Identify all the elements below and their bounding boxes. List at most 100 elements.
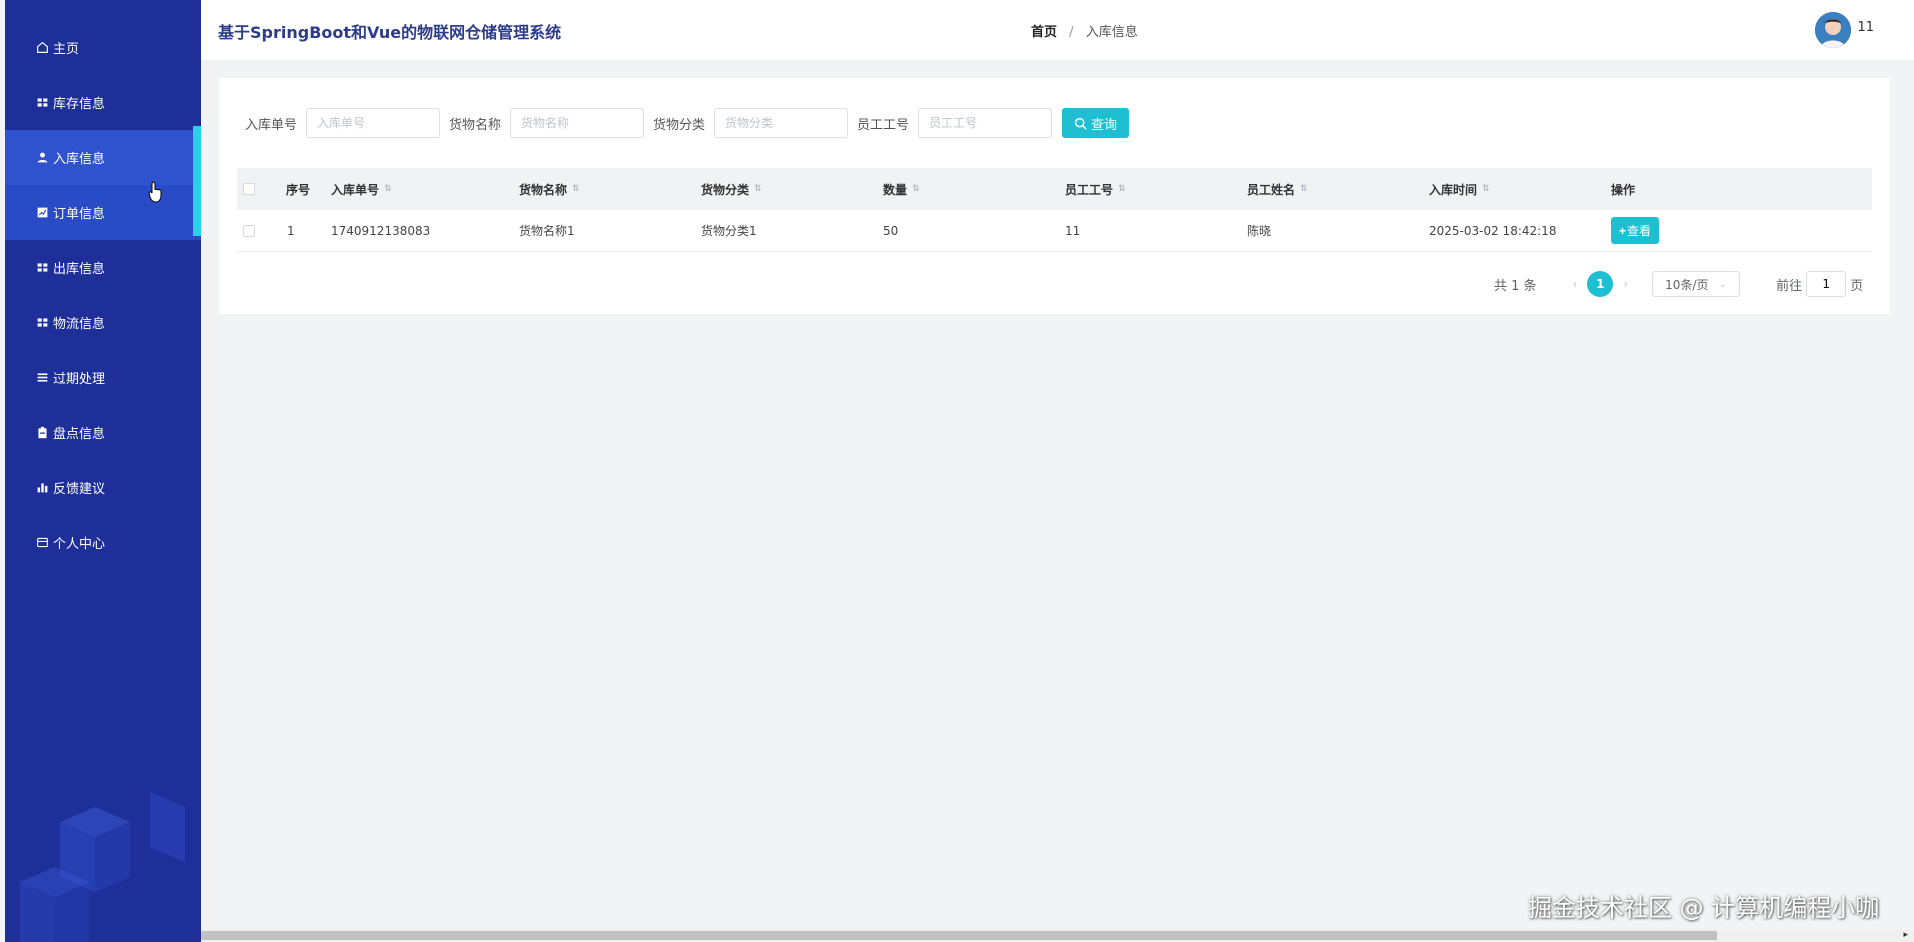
- view-button[interactable]: + 查看: [1611, 217, 1659, 244]
- cell-employee-name: 陈晓: [1247, 224, 1272, 238]
- grid-icon: [35, 261, 49, 275]
- sidebar-item-label: 入库信息: [53, 152, 106, 167]
- cell-employee-no: 11: [1065, 223, 1081, 238]
- inbound-table: 序号 入库单号 ⇅ 货物名称 ⇅ 货物分类 ⇅ 数量 ⇅ 员工工号 ⇅ 员工姓名 ⇅ 入库时…: [237, 168, 1872, 252]
- breadcrumb: 首页 / 入库信息: [1031, 21, 1138, 40]
- grid-icon: [35, 96, 49, 110]
- clipboard-icon: [35, 426, 49, 440]
- sidebar-item-label: 过期处理: [53, 372, 106, 387]
- row-checkbox[interactable]: [243, 224, 255, 237]
- table-row: 1 1740912138083 货物名称1 货物分类1 50 11 陈晓 202…: [237, 210, 1872, 252]
- cell-action: + 查看: [1611, 217, 1659, 244]
- header-employee-name[interactable]: 员工姓名 ⇅: [1247, 181, 1308, 198]
- sidebar-item-expired[interactable]: 过期处理: [5, 350, 201, 405]
- cell-time: 2025-03-02 18:42:18: [1429, 223, 1557, 238]
- user-icon: [35, 151, 49, 165]
- employee-no-input[interactable]: [918, 108, 1053, 138]
- header-time[interactable]: 入库时间 ⇅: [1429, 181, 1490, 198]
- sort-icon[interactable]: ⇅: [384, 184, 392, 194]
- sidebar-item-home[interactable]: 主页: [5, 20, 201, 75]
- select-all-checkbox[interactable]: [243, 183, 255, 195]
- sidebar-item-logistics[interactable]: 物流信息: [5, 295, 201, 350]
- breadcrumb-home[interactable]: 首页: [1031, 25, 1057, 40]
- sidebar-item-profile[interactable]: 个人中心: [5, 515, 201, 570]
- hand-cursor-icon: [148, 181, 162, 203]
- horizontal-scrollbar[interactable]: ▸: [201, 929, 1914, 942]
- scroll-right-icon[interactable]: ▸: [1903, 930, 1908, 940]
- goto-page-input[interactable]: [1806, 271, 1847, 297]
- header-order-no[interactable]: 入库单号 ⇅: [331, 181, 392, 198]
- pagination-total: 共 1 条: [1494, 278, 1537, 294]
- sidebar-item-label: 库存信息: [53, 97, 106, 112]
- search-label-order-no: 入库单号: [245, 117, 298, 133]
- watermark: 掘金技术社区 @ 计算机编程小咖: [1528, 894, 1880, 922]
- cell-index: 1: [287, 223, 295, 238]
- top-header: 基于SpringBoot和Vue的物联网仓储管理系统 首页 / 入库信息 11: [201, 0, 1914, 60]
- sort-icon[interactable]: ⇅: [1482, 184, 1490, 194]
- page-number-current[interactable]: 1: [1587, 271, 1614, 297]
- header-goods-name[interactable]: 货物名称 ⇅: [519, 181, 580, 198]
- sidebar-menu: 主页 库存信息 入库信息 订单信息 出库信息 物流信息 过期处理 盘点信息 反馈…: [5, 20, 201, 570]
- avatar-image: [1815, 12, 1851, 48]
- order-no-input[interactable]: [306, 108, 441, 138]
- page-size-value: 10条/页: [1665, 277, 1709, 292]
- scrollbar-thumb[interactable]: [201, 931, 1717, 940]
- sort-icon[interactable]: ⇅: [1300, 184, 1308, 194]
- sidebar-item-label: 主页: [53, 42, 80, 57]
- sort-icon[interactable]: ⇅: [1118, 184, 1126, 194]
- sidebar-item-feedback[interactable]: 反馈建议: [5, 460, 201, 515]
- sidebar-item-outbound[interactable]: 出库信息: [5, 240, 201, 295]
- sidebar-item-label: 个人中心: [53, 537, 106, 552]
- header-action: 操作: [1611, 182, 1636, 197]
- sidebar-item-inbound[interactable]: 入库信息: [5, 130, 201, 185]
- search-label-goods-name: 货物名称: [449, 117, 502, 133]
- goods-name-input[interactable]: [510, 108, 645, 138]
- cell-order-no: 1740912138083: [331, 223, 431, 238]
- page-size-select[interactable]: 10条/页 ⌄: [1652, 271, 1741, 297]
- sidebar-item-label: 物流信息: [53, 317, 106, 332]
- grid-icon: [35, 316, 49, 330]
- sidebar-item-stocktake[interactable]: 盘点信息: [5, 405, 201, 460]
- list-icon: [35, 371, 49, 385]
- cell-goods-category: 货物分类1: [701, 224, 757, 238]
- search-label-goods-category: 货物分类: [653, 117, 706, 133]
- sidebar-item-label: 出库信息: [53, 262, 106, 277]
- prev-page-icon[interactable]: ‹: [1573, 277, 1578, 291]
- user-name[interactable]: 11: [1857, 20, 1874, 35]
- view-button-label: 查看: [1627, 224, 1652, 238]
- search-bar: 入库单号 货物名称 货物分类 员工工号 查询: [245, 108, 1130, 138]
- chart-icon: [35, 206, 49, 220]
- decorative-cubes: [20, 792, 185, 942]
- plus-icon: +: [1618, 223, 1626, 238]
- sort-icon[interactable]: ⇅: [912, 184, 920, 194]
- sidebar-item-label: 订单信息: [53, 207, 106, 222]
- search-icon: [1074, 117, 1087, 130]
- goto-label: 前往: [1776, 278, 1803, 294]
- cell-quantity: 50: [883, 223, 899, 238]
- card-icon: [35, 536, 49, 550]
- pagination: 共 1 条 ‹ 1 › 10条/页 ⌄ 前往 页: [1494, 271, 1863, 297]
- goods-category-input[interactable]: [714, 108, 849, 138]
- header-quantity[interactable]: 数量 ⇅: [883, 181, 920, 198]
- active-menu-indicator: [193, 126, 201, 236]
- breadcrumb-separator: /: [1069, 25, 1074, 40]
- next-page-icon[interactable]: ›: [1623, 277, 1628, 291]
- page-unit-label: 页: [1850, 278, 1864, 294]
- app-title: 基于SpringBoot和Vue的物联网仓储管理系统: [218, 23, 562, 42]
- search-label-employee-no: 员工工号: [857, 117, 910, 133]
- sidebar-item-label: 反馈建议: [53, 482, 106, 497]
- chevron-down-icon: ⌄: [1718, 278, 1728, 290]
- header-index: 序号: [286, 182, 311, 197]
- sidebar-item-label: 盘点信息: [53, 427, 106, 442]
- main-panel: 入库单号 货物名称 货物分类 员工工号 查询 序号 入库单号⇅ 货物名称⇅ 货物…: [219, 78, 1890, 314]
- sort-icon[interactable]: ⇅: [572, 184, 580, 194]
- header-employee-no[interactable]: 员工工号 ⇅: [1065, 181, 1126, 198]
- sort-icon[interactable]: ⇅: [754, 184, 762, 194]
- sidebar-item-inventory[interactable]: 库存信息: [5, 75, 201, 130]
- sidebar-item-orders[interactable]: 订单信息: [5, 185, 201, 240]
- search-button-label: 查询: [1091, 116, 1118, 132]
- header-goods-category[interactable]: 货物分类 ⇅: [701, 181, 762, 198]
- avatar[interactable]: [1815, 12, 1851, 48]
- cell-goods-name: 货物名称1: [519, 224, 575, 238]
- search-button[interactable]: 查询: [1062, 108, 1130, 138]
